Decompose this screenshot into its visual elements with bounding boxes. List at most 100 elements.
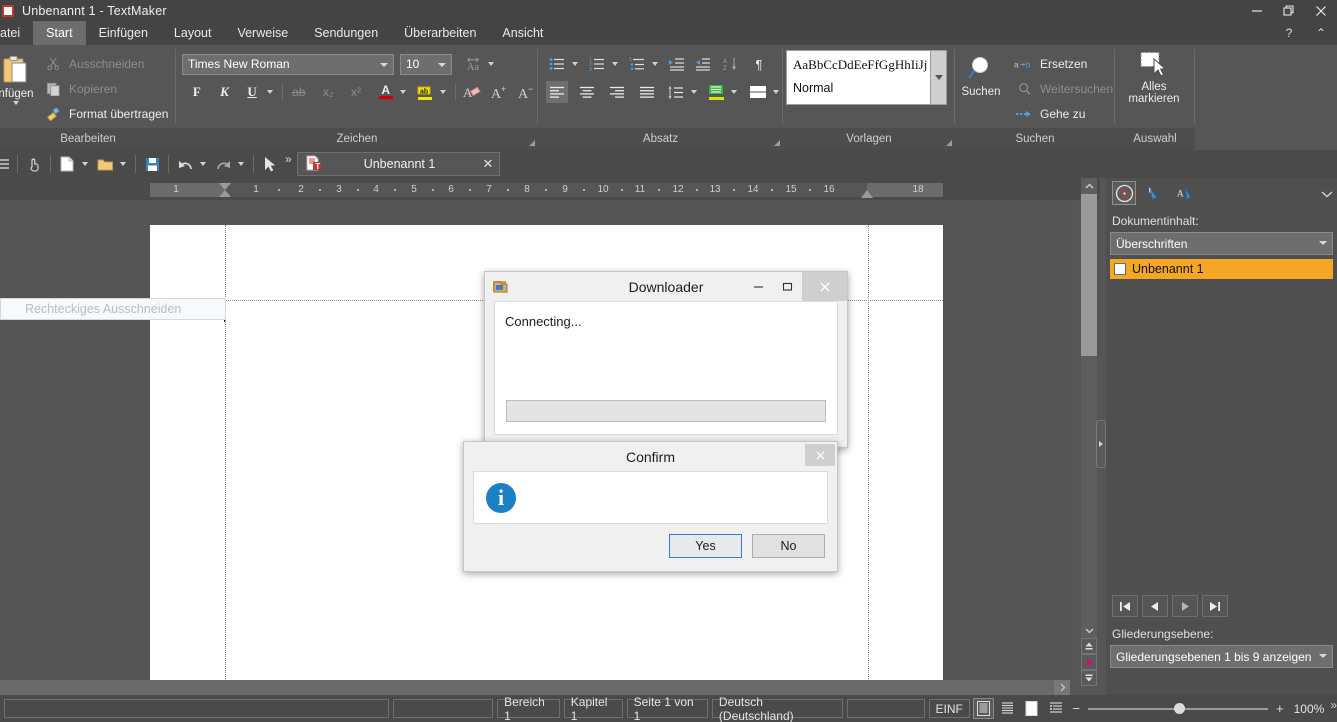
- zoom-knob[interactable]: [1174, 702, 1186, 714]
- no-button[interactable]: No: [752, 534, 825, 558]
- tab-verweise[interactable]: Verweise: [224, 21, 301, 45]
- sidebar-tab-styles[interactable]: [1142, 181, 1166, 205]
- zoom-slider[interactable]: − +: [1072, 701, 1283, 716]
- undo-caret-icon[interactable]: [200, 162, 206, 166]
- toolbar-overflow-icon[interactable]: »: [285, 152, 292, 166]
- align-right-button[interactable]: [606, 81, 628, 103]
- bullets-button[interactable]: [546, 53, 568, 75]
- shading-caret-icon[interactable]: [731, 90, 738, 94]
- search-button[interactable]: Suchen: [955, 49, 1007, 126]
- sidebar-outline-combo[interactable]: Gliederungsebenen 1 bis 9 anzeigen: [1110, 645, 1333, 668]
- cut-button[interactable]: Ausschneiden: [42, 51, 168, 76]
- outline-checkbox[interactable]: [1114, 263, 1126, 275]
- minimize-icon[interactable]: [1241, 0, 1273, 21]
- superscript-button[interactable]: x²: [345, 81, 367, 103]
- italic-button[interactable]: K: [214, 81, 236, 103]
- align-left-button[interactable]: [546, 81, 568, 103]
- new-document-caret-icon[interactable]: [82, 162, 88, 166]
- open-document-caret-icon[interactable]: [120, 162, 126, 166]
- sort-button[interactable]: AZ: [720, 53, 742, 75]
- font-size-combo[interactable]: 10: [400, 53, 452, 75]
- shading-button[interactable]: [705, 81, 727, 103]
- scroll-up-icon[interactable]: [1081, 178, 1097, 194]
- sidebar-tab-navigator[interactable]: [1112, 181, 1136, 205]
- downloader-minimize-icon[interactable]: [744, 272, 773, 301]
- zoom-out-icon[interactable]: −: [1072, 701, 1080, 716]
- tab-ueberarbeiten[interactable]: Überarbeiten: [391, 21, 489, 45]
- tab-datei[interactable]: atei: [0, 21, 33, 45]
- sidebar-content-caret-icon[interactable]: [1319, 241, 1327, 245]
- bullets-caret-icon[interactable]: [572, 62, 578, 66]
- increase-indent-button[interactable]: [666, 53, 688, 75]
- help-icon[interactable]: ?: [1273, 26, 1305, 40]
- sidebar-content-combo[interactable]: Überschriften: [1110, 232, 1333, 255]
- list-item[interactable]: Unbenannt 1: [1110, 259, 1333, 279]
- replace-button[interactable]: ab Ersetzen: [1013, 51, 1113, 76]
- goto-button[interactable]: Gehe zu: [1013, 101, 1113, 126]
- status-page[interactable]: Seite 1 von 1: [626, 695, 708, 722]
- zoom-level[interactable]: 100%: [1294, 702, 1325, 716]
- status-chapter[interactable]: Kapitel 1: [563, 695, 623, 722]
- decrease-indent-button[interactable]: [692, 53, 714, 75]
- redo-caret-icon[interactable]: [238, 162, 244, 166]
- paste-button[interactable]: nfügen: [0, 49, 38, 126]
- page-view-icon[interactable]: [972, 698, 995, 719]
- document-tab[interactable]: T Unbenannt 1 ✕: [297, 152, 500, 176]
- tab-ansicht[interactable]: Ansicht: [489, 21, 556, 45]
- bold-button[interactable]: F: [186, 81, 208, 103]
- font-name-combo[interactable]: Times New Roman: [182, 53, 394, 75]
- font-name-caret-icon[interactable]: [380, 62, 388, 67]
- multilevel-list-button[interactable]: 1: [626, 53, 648, 75]
- align-justify-button[interactable]: [636, 81, 658, 103]
- status-section[interactable]: Bereich 1: [497, 695, 560, 722]
- downloader-close-icon[interactable]: [802, 272, 847, 301]
- outline-view-icon[interactable]: [1045, 698, 1066, 719]
- continuous-view-icon[interactable]: [997, 698, 1018, 719]
- shrink-font-button[interactable]: A −: [516, 81, 538, 103]
- style-gallery-item[interactable]: AaBbCcDdEeFfGgHhIiJj Normal: [786, 50, 931, 105]
- new-document-icon[interactable]: [56, 153, 78, 175]
- sidebar-tab-character[interactable]: A: [1172, 181, 1196, 205]
- scrollbar-thumb[interactable]: [1081, 194, 1097, 356]
- restore-icon[interactable]: [1273, 0, 1305, 21]
- change-case-caret-icon[interactable]: [488, 62, 494, 66]
- sidebar-outline-caret-icon[interactable]: [1319, 654, 1327, 658]
- find-next-button[interactable]: Weitersuchen: [1013, 76, 1113, 101]
- change-case-button[interactable]: Aa: [462, 53, 484, 75]
- borders-caret-icon[interactable]: [773, 90, 780, 94]
- hscrollbar-thumb[interactable]: [0, 680, 1063, 695]
- panel-splitter-handle[interactable]: [1096, 420, 1106, 468]
- touch-mode-icon[interactable]: [23, 153, 45, 175]
- zoom-track[interactable]: [1088, 702, 1269, 714]
- collapse-ribbon-icon[interactable]: ⌃: [1305, 26, 1337, 40]
- undo-icon[interactable]: [174, 153, 196, 175]
- scroll-down-icon[interactable]: [1081, 622, 1097, 638]
- previous-page-button[interactable]: [1081, 638, 1097, 654]
- zeichen-dialog-launcher[interactable]: [529, 140, 535, 146]
- last-heading-button[interactable]: [1202, 595, 1228, 617]
- line-spacing-button[interactable]: [665, 81, 687, 103]
- sidebar-more-icon[interactable]: [1321, 187, 1333, 201]
- save-icon[interactable]: [141, 153, 163, 175]
- format-painter-button[interactable]: Format übertragen: [42, 101, 168, 126]
- borders-button[interactable]: [747, 81, 769, 103]
- line-spacing-caret-icon[interactable]: [691, 90, 698, 94]
- menu-icon[interactable]: [0, 153, 12, 175]
- clear-formatting-button[interactable]: A: [461, 81, 483, 103]
- document-horizontal-scrollbar[interactable]: [0, 680, 1070, 695]
- sidebar-outline-list[interactable]: Unbenannt 1: [1110, 259, 1333, 589]
- hscroll-right-icon[interactable]: [1054, 680, 1070, 695]
- tab-einfuegen[interactable]: Einfügen: [86, 21, 161, 45]
- close-icon[interactable]: [1305, 0, 1337, 21]
- tab-layout[interactable]: Layout: [161, 21, 225, 45]
- next-page-button[interactable]: [1081, 670, 1097, 686]
- open-document-icon[interactable]: [94, 153, 116, 175]
- numbering-caret-icon[interactable]: [612, 62, 618, 66]
- font-color-caret-icon[interactable]: [400, 90, 407, 94]
- vorlagen-dialog-launcher[interactable]: [946, 140, 952, 146]
- zoom-in-icon[interactable]: +: [1276, 701, 1284, 716]
- numbering-button[interactable]: 123: [586, 53, 608, 75]
- first-heading-button[interactable]: [1112, 595, 1138, 617]
- absatz-dialog-launcher[interactable]: [774, 140, 780, 146]
- print-view-icon[interactable]: [1021, 698, 1042, 719]
